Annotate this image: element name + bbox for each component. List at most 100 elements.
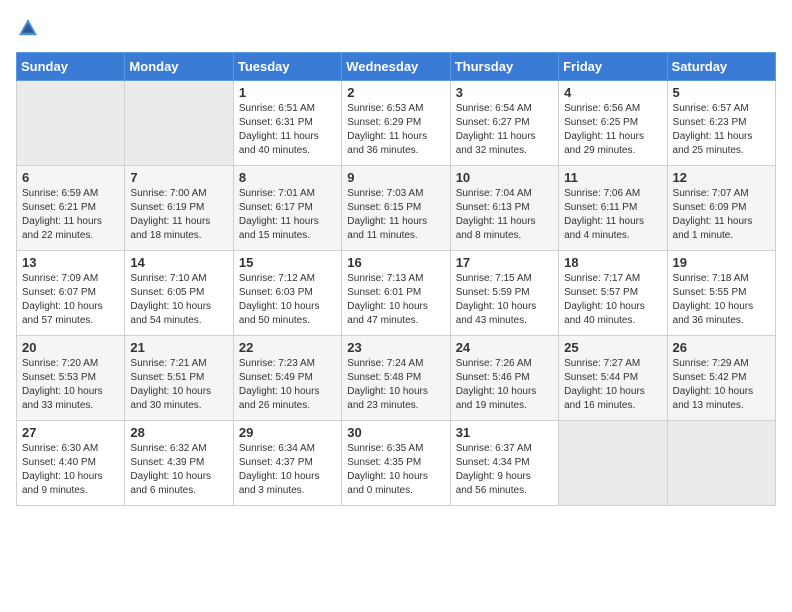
day-number: 9 (347, 170, 444, 185)
day-number: 26 (673, 340, 770, 355)
day-number: 4 (564, 85, 661, 100)
calendar-day-cell: 11 Sunrise: 7:06 AM Sunset: 6:11 PM Dayli… (559, 166, 667, 251)
day-of-week-header: Wednesday (342, 53, 450, 81)
day-number: 1 (239, 85, 336, 100)
calendar-week-row: 20 Sunrise: 7:20 AM Sunset: 5:53 PM Dayli… (17, 336, 776, 421)
day-info: Sunrise: 6:37 AM Sunset: 4:34 PM Dayligh… (456, 442, 553, 498)
day-info: Sunrise: 7:20 AM Sunset: 5:53 PM Dayligh… (22, 357, 119, 413)
calendar-day-cell: 2 Sunrise: 6:53 AM Sunset: 6:29 PM Daylig… (342, 81, 450, 166)
calendar-day-cell: 13 Sunrise: 7:09 AM Sunset: 6:07 PM Dayli… (17, 251, 125, 336)
day-number: 19 (673, 255, 770, 270)
day-number: 18 (564, 255, 661, 270)
calendar-day-cell: 12 Sunrise: 7:07 AM Sunset: 6:09 PM Dayli… (667, 166, 775, 251)
calendar-week-row: 13 Sunrise: 7:09 AM Sunset: 6:07 PM Dayli… (17, 251, 776, 336)
calendar-day-cell: 8Sunrise: 7:01 AM Sunset: 6:17 PM Daylig… (233, 166, 341, 251)
day-info: Sunrise: 7:24 AM Sunset: 5:48 PM Dayligh… (347, 357, 444, 413)
day-info: Sunrise: 7:21 AM Sunset: 5:51 PM Dayligh… (130, 357, 227, 413)
day-number: 11 (564, 170, 661, 185)
calendar-week-row: 1 Sunrise: 6:51 AM Sunset: 6:31 PM Daylig… (17, 81, 776, 166)
day-number: 20 (22, 340, 119, 355)
logo-icon (16, 16, 40, 40)
day-number: 16 (347, 255, 444, 270)
day-info: Sunrise: 6:32 AM Sunset: 4:39 PM Dayligh… (130, 442, 227, 498)
logo (16, 16, 44, 40)
calendar-day-cell: 21 Sunrise: 7:21 AM Sunset: 5:51 PM Dayli… (125, 336, 233, 421)
calendar-day-cell: 3 Sunrise: 6:54 AM Sunset: 6:27 PM Daylig… (450, 81, 558, 166)
calendar-day-cell: 31 Sunrise: 6:37 AM Sunset: 4:34 PM Dayli… (450, 421, 558, 506)
day-info: Sunrise: 6:53 AM Sunset: 6:29 PM Dayligh… (347, 102, 444, 158)
day-info: Sunrise: 6:56 AM Sunset: 6:25 PM Dayligh… (564, 102, 661, 158)
calendar-day-cell: 9 Sunrise: 7:03 AM Sunset: 6:15 PM Daylig… (342, 166, 450, 251)
day-of-week-header: Tuesday (233, 53, 341, 81)
calendar-day-cell: 29 Sunrise: 6:34 AM Sunset: 4:37 PM Dayli… (233, 421, 341, 506)
calendar-day-cell: 1 Sunrise: 6:51 AM Sunset: 6:31 PM Daylig… (233, 81, 341, 166)
calendar-day-cell: 18Sunrise: 7:17 AM Sunset: 5:57 PM Dayli… (559, 251, 667, 336)
page-header (16, 16, 776, 40)
calendar-day-cell: 4 Sunrise: 6:56 AM Sunset: 6:25 PM Daylig… (559, 81, 667, 166)
day-info: Sunrise: 6:54 AM Sunset: 6:27 PM Dayligh… (456, 102, 553, 158)
day-info: Sunrise: 6:57 AM Sunset: 6:23 PM Dayligh… (673, 102, 770, 158)
day-number: 25 (564, 340, 661, 355)
day-number: 12 (673, 170, 770, 185)
day-info: Sunrise: 7:12 AM Sunset: 6:03 PM Dayligh… (239, 272, 336, 328)
calendar-day-cell: 10 Sunrise: 7:04 AM Sunset: 6:13 PM Dayli… (450, 166, 558, 251)
day-number: 30 (347, 425, 444, 440)
calendar-day-cell: 23 Sunrise: 7:24 AM Sunset: 5:48 PM Dayli… (342, 336, 450, 421)
calendar-day-cell (667, 421, 775, 506)
day-number: 5 (673, 85, 770, 100)
day-number: 22 (239, 340, 336, 355)
calendar-table: SundayMondayTuesdayWednesdayThursdayFrid… (16, 52, 776, 506)
calendar-day-cell: 17Sunrise: 7:15 AM Sunset: 5:59 PM Dayli… (450, 251, 558, 336)
day-info: Sunrise: 7:07 AM Sunset: 6:09 PM Dayligh… (673, 187, 770, 243)
calendar-day-cell (17, 81, 125, 166)
day-number: 31 (456, 425, 553, 440)
day-info: Sunrise: 6:59 AM Sunset: 6:21 PM Dayligh… (22, 187, 119, 243)
calendar-week-row: 27 Sunrise: 6:30 AM Sunset: 4:40 PM Dayli… (17, 421, 776, 506)
calendar-day-cell: 22Sunrise: 7:23 AM Sunset: 5:49 PM Dayli… (233, 336, 341, 421)
day-number: 10 (456, 170, 553, 185)
calendar-day-cell: 28 Sunrise: 6:32 AM Sunset: 4:39 PM Dayli… (125, 421, 233, 506)
day-number: 14 (130, 255, 227, 270)
day-number: 23 (347, 340, 444, 355)
calendar-day-cell: 26 Sunrise: 7:29 AM Sunset: 5:42 PM Dayli… (667, 336, 775, 421)
day-info: Sunrise: 7:03 AM Sunset: 6:15 PM Dayligh… (347, 187, 444, 243)
day-info: Sunrise: 6:51 AM Sunset: 6:31 PM Dayligh… (239, 102, 336, 158)
day-number: 27 (22, 425, 119, 440)
day-number: 2 (347, 85, 444, 100)
day-number: 21 (130, 340, 227, 355)
calendar-day-cell (559, 421, 667, 506)
day-number: 29 (239, 425, 336, 440)
day-info: Sunrise: 7:10 AM Sunset: 6:05 PM Dayligh… (130, 272, 227, 328)
day-info: Sunrise: 7:29 AM Sunset: 5:42 PM Dayligh… (673, 357, 770, 413)
calendar-day-cell: 24Sunrise: 7:26 AM Sunset: 5:46 PM Dayli… (450, 336, 558, 421)
day-info: Sunrise: 7:06 AM Sunset: 6:11 PM Dayligh… (564, 187, 661, 243)
calendar-day-cell: 19 Sunrise: 7:18 AM Sunset: 5:55 PM Dayli… (667, 251, 775, 336)
calendar-day-cell: 25 Sunrise: 7:27 AM Sunset: 5:44 PM Dayli… (559, 336, 667, 421)
day-info: Sunrise: 7:01 AM Sunset: 6:17 PM Dayligh… (239, 187, 336, 243)
day-info: Sunrise: 7:27 AM Sunset: 5:44 PM Dayligh… (564, 357, 661, 413)
day-number: 28 (130, 425, 227, 440)
day-info: Sunrise: 7:18 AM Sunset: 5:55 PM Dayligh… (673, 272, 770, 328)
day-of-week-header: Thursday (450, 53, 558, 81)
calendar-day-cell: 27 Sunrise: 6:30 AM Sunset: 4:40 PM Dayli… (17, 421, 125, 506)
day-number: 7 (130, 170, 227, 185)
calendar-day-cell: 30 Sunrise: 6:35 AM Sunset: 4:35 PM Dayli… (342, 421, 450, 506)
calendar-week-row: 6Sunrise: 6:59 AM Sunset: 6:21 PM Daylig… (17, 166, 776, 251)
day-info: Sunrise: 7:04 AM Sunset: 6:13 PM Dayligh… (456, 187, 553, 243)
day-number: 3 (456, 85, 553, 100)
header-row: SundayMondayTuesdayWednesdayThursdayFrid… (17, 53, 776, 81)
calendar-day-cell: 14 Sunrise: 7:10 AM Sunset: 6:05 PM Dayli… (125, 251, 233, 336)
calendar-day-cell (125, 81, 233, 166)
day-info: Sunrise: 7:09 AM Sunset: 6:07 PM Dayligh… (22, 272, 119, 328)
day-of-week-header: Friday (559, 53, 667, 81)
day-of-week-header: Sunday (17, 53, 125, 81)
day-info: Sunrise: 6:30 AM Sunset: 4:40 PM Dayligh… (22, 442, 119, 498)
day-info: Sunrise: 6:34 AM Sunset: 4:37 PM Dayligh… (239, 442, 336, 498)
calendar-day-cell: 6Sunrise: 6:59 AM Sunset: 6:21 PM Daylig… (17, 166, 125, 251)
day-info: Sunrise: 7:13 AM Sunset: 6:01 PM Dayligh… (347, 272, 444, 328)
calendar-day-cell: 20 Sunrise: 7:20 AM Sunset: 5:53 PM Dayli… (17, 336, 125, 421)
day-info: Sunrise: 6:35 AM Sunset: 4:35 PM Dayligh… (347, 442, 444, 498)
day-number: 13 (22, 255, 119, 270)
day-info: Sunrise: 7:00 AM Sunset: 6:19 PM Dayligh… (130, 187, 227, 243)
calendar-day-cell: 16 Sunrise: 7:13 AM Sunset: 6:01 PM Dayli… (342, 251, 450, 336)
